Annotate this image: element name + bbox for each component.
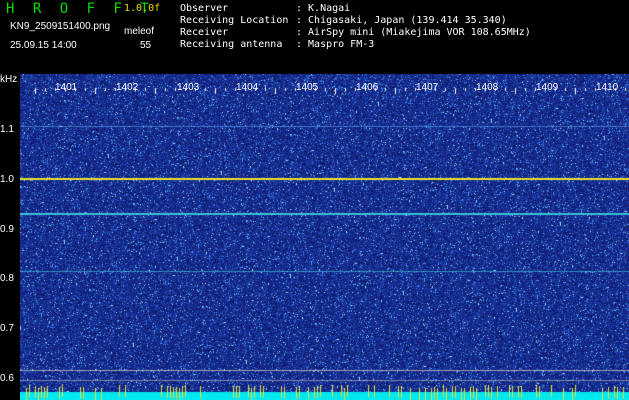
info-receiver-label: Receiver — [180, 27, 229, 38]
meleo-label: meleof — [124, 26, 155, 37]
x-tick-label: 1410 — [596, 82, 619, 93]
x-tick-label: 1406 — [356, 82, 379, 93]
x-tick-label: 1408 — [476, 82, 499, 93]
y-tick-label: 0.9 — [0, 224, 14, 235]
info-location-label: Receiving Location — [180, 15, 289, 26]
x-tick-label: 1401 — [55, 82, 78, 93]
info-antenna-label: Receiving antenna — [180, 39, 283, 50]
y-tick-label: 1.1 — [0, 124, 14, 135]
date-time: 25.09.15 14:00 — [10, 40, 77, 51]
header-panel: H R O F F T 1.0.0f KN9_2509151400.png me… — [0, 0, 629, 74]
waterfall-canvas — [20, 74, 629, 400]
x-tick-label: 1404 — [236, 82, 259, 93]
y-tick-label: 0.8 — [0, 273, 14, 284]
meleo-value: 55 — [140, 40, 152, 51]
info-observer-label: Observer — [180, 3, 229, 14]
info-receiver-value: : AirSpy mini (Miakejima VOR 108.65MHz) — [296, 27, 531, 38]
y-tick-label: 0.6 — [0, 373, 14, 384]
x-tick-label: 1409 — [536, 82, 559, 93]
y-axis: kHz 1.1 1.0 0.9 0.8 0.7 0.6 — [0, 74, 20, 400]
x-tick-label: 1402 — [116, 82, 139, 93]
info-location-value: : Chigasaki, Japan (139.414 35.340) — [296, 15, 507, 26]
y-axis-unit: kHz — [0, 74, 18, 85]
info-antenna-value: : Maspro FM-3 — [296, 39, 375, 50]
x-tick-label: 1403 — [177, 82, 200, 93]
app-version: 1.0.0f — [124, 3, 161, 14]
waterfall-spectrogram: 1401 1402 1403 1404 1405 1406 1407 1408 … — [20, 74, 629, 400]
file-name: KN9_2509151400.png — [10, 21, 111, 32]
x-tick-label: 1407 — [416, 82, 439, 93]
y-tick-label: 1.0 — [0, 174, 14, 185]
y-tick-label: 0.7 — [0, 323, 14, 334]
x-tick-label: 1405 — [296, 82, 319, 93]
info-observer-value: : K.Nagai — [296, 3, 351, 14]
